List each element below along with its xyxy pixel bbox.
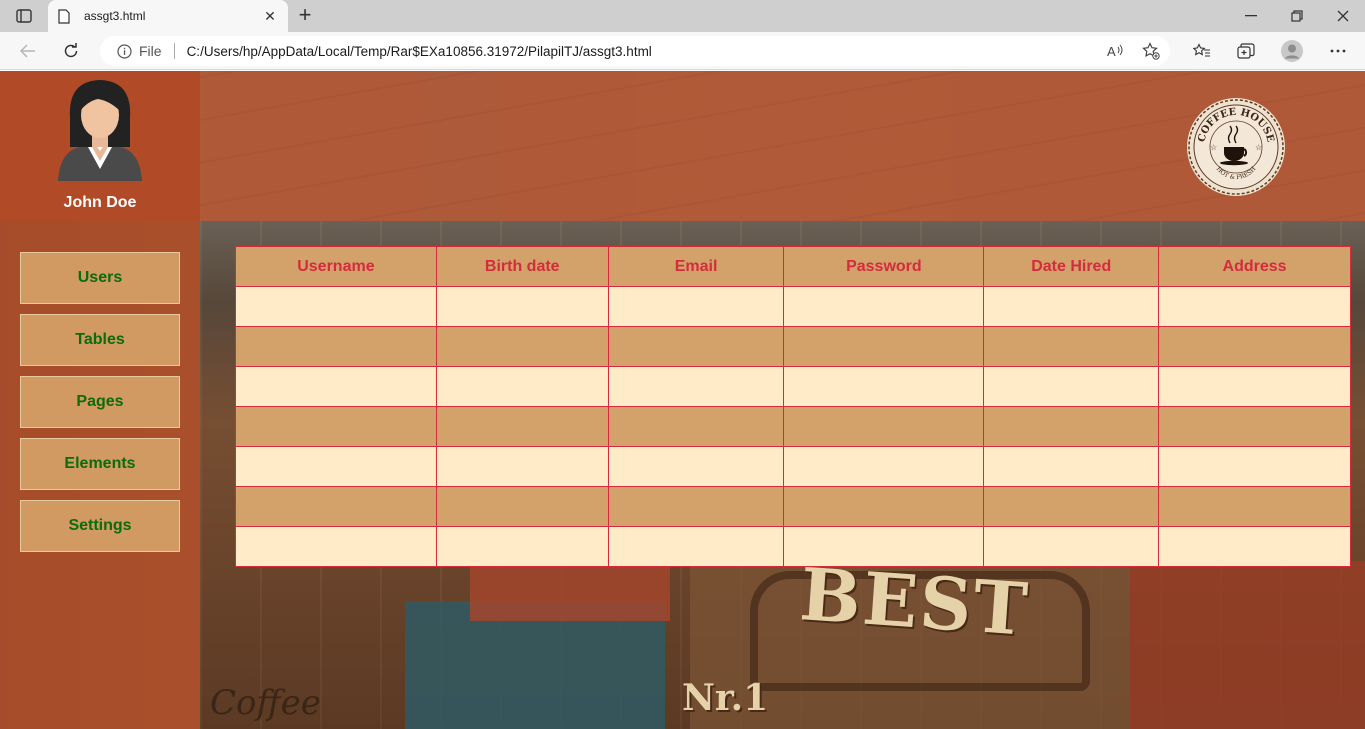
browser-tab[interactable]: assgt3.html ✕ <box>48 0 288 32</box>
table-cell <box>435 446 609 487</box>
table-cell <box>983 286 1160 327</box>
close-icon[interactable]: ✕ <box>262 8 278 25</box>
collections-icon[interactable] <box>1231 37 1261 65</box>
tab-strip: assgt3.html ✕ + <box>0 0 1365 32</box>
table-cell <box>235 326 437 367</box>
menu-elements-button[interactable]: Elements <box>20 438 180 490</box>
coffee-house-logo: COFFEE HOUSE HOT & FRESH ☆ ☆ <box>1186 97 1286 197</box>
table-cell <box>783 486 985 527</box>
info-icon[interactable] <box>116 43 132 59</box>
table-header-row: Username Birth date Email Password Date … <box>235 246 1351 287</box>
menu-users-button[interactable]: Users <box>20 252 180 304</box>
minimize-icon[interactable] <box>1228 0 1274 32</box>
table-cell <box>235 286 437 327</box>
sidebar: John Doe Users Tables Pages Elements Set… <box>0 71 200 729</box>
table-cell <box>607 446 785 487</box>
table-cell <box>1158 526 1351 567</box>
table-cell <box>1158 286 1351 327</box>
url-field[interactable]: File C:/Users/hp/AppData/Local/Temp/Rar$… <box>100 36 1170 66</box>
table-cell <box>235 406 437 447</box>
file-label: File <box>139 43 162 59</box>
table-cell <box>607 526 785 567</box>
column-header-date-hired: Date Hired <box>983 246 1160 287</box>
menu-tables-button[interactable]: Tables <box>20 314 180 366</box>
menu-settings-button[interactable]: Settings <box>20 500 180 552</box>
table-cell <box>607 286 785 327</box>
table-row <box>235 446 1351 487</box>
table-cell <box>607 326 785 367</box>
menu-pages-button[interactable]: Pages <box>20 376 180 428</box>
users-table: Username Birth date Email Password Date … <box>235 246 1351 567</box>
table-row <box>235 526 1351 567</box>
read-aloud-icon[interactable]: A <box>1106 42 1124 65</box>
add-favorite-icon[interactable] <box>1142 42 1160 65</box>
table-cell <box>983 486 1160 527</box>
table-cell <box>235 446 437 487</box>
table-cell <box>983 526 1160 567</box>
table-cell <box>983 406 1160 447</box>
table-cell <box>435 526 609 567</box>
favorites-icon[interactable] <box>1187 37 1217 65</box>
table-cell <box>1158 486 1351 527</box>
restore-icon[interactable] <box>1274 0 1320 32</box>
new-tab-button[interactable]: + <box>292 4 318 28</box>
table-cell <box>435 366 609 407</box>
column-header-address: Address <box>1158 246 1351 287</box>
table-cell <box>783 326 985 367</box>
window-close-icon[interactable] <box>1320 0 1365 32</box>
profile-name: John Doe <box>63 194 137 211</box>
table-cell <box>783 406 985 447</box>
table-cell <box>607 406 785 447</box>
table-cell <box>1158 366 1351 407</box>
profile-panel: John Doe <box>0 71 200 221</box>
url-separator <box>173 43 175 59</box>
back-icon[interactable] <box>13 37 43 65</box>
table-cell <box>435 406 609 447</box>
background-coffee-text: Coffee <box>210 683 321 723</box>
avatar <box>58 77 142 181</box>
url-text[interactable]: C:/Users/hp/AppData/Local/Temp/Rar$EXa10… <box>187 44 652 59</box>
table-cell <box>235 366 437 407</box>
table-row <box>235 366 1351 407</box>
column-header-username: Username <box>235 246 437 287</box>
table-cell <box>983 326 1160 367</box>
table-row <box>235 486 1351 527</box>
column-header-email: Email <box>607 246 785 287</box>
table-cell <box>435 326 609 367</box>
column-header-password: Password <box>783 246 985 287</box>
table-cell <box>783 286 985 327</box>
table-row <box>235 326 1351 367</box>
page-viewport: BEST Nr.1 Coffee John Doe Users Tables P… <box>0 71 1365 729</box>
header-banner <box>0 71 1365 221</box>
profile-icon[interactable] <box>1277 37 1307 65</box>
table-cell <box>1158 326 1351 367</box>
table-cell <box>783 446 985 487</box>
tab-actions-icon[interactable] <box>8 4 40 28</box>
svg-text:☆: ☆ <box>1255 143 1262 152</box>
table-cell <box>983 366 1160 407</box>
table-row <box>235 286 1351 327</box>
tab-title: assgt3.html <box>84 9 146 23</box>
page-icon <box>58 8 72 24</box>
table-cell <box>435 486 609 527</box>
svg-text:☆: ☆ <box>1210 143 1217 152</box>
background-patch <box>1130 561 1365 729</box>
table-cell <box>607 366 785 407</box>
table-cell <box>235 526 437 567</box>
table-cell <box>983 446 1160 487</box>
refresh-icon[interactable] <box>56 37 86 65</box>
svg-text:A: A <box>1107 44 1116 59</box>
table-cell <box>783 366 985 407</box>
table-cell <box>1158 446 1351 487</box>
table-cell <box>607 486 785 527</box>
table-cell <box>1158 406 1351 447</box>
table-row <box>235 406 1351 447</box>
table-cell <box>435 286 609 327</box>
table-cell <box>783 526 985 567</box>
column-header-birth-date: Birth date <box>435 246 609 287</box>
background-nr-text: Nr.1 <box>682 677 769 719</box>
more-icon[interactable] <box>1323 37 1353 65</box>
table-cell <box>235 486 437 527</box>
address-bar-row: File C:/Users/hp/AppData/Local/Temp/Rar$… <box>0 32 1365 70</box>
